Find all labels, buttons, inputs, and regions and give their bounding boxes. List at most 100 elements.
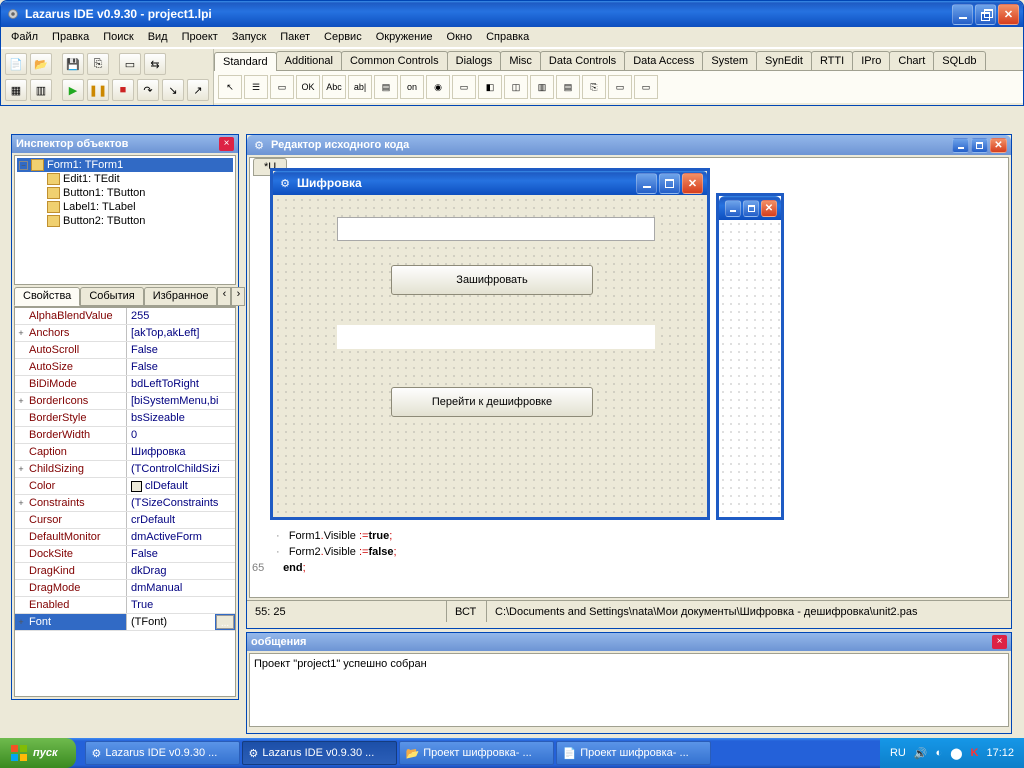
component-1[interactable]: ☰	[244, 75, 268, 99]
task-item[interactable]: ⚙Lazarus IDE v0.9.30 ...	[242, 741, 397, 765]
prop-row[interactable]: DefaultMonitordmActiveForm	[15, 529, 235, 546]
prop-row[interactable]: AutoScrollFalse	[15, 342, 235, 359]
form1-max[interactable]	[659, 173, 680, 194]
tree-node[interactable]: Label1: TLabel	[45, 200, 233, 214]
forms-button[interactable]: ▥	[30, 79, 52, 101]
menu-Справка[interactable]: Справка	[480, 29, 535, 45]
new-form-button[interactable]: ▭	[119, 53, 141, 75]
palette-tab-Standard[interactable]: Standard	[214, 52, 277, 71]
prop-row[interactable]: BorderWidth0	[15, 427, 235, 444]
prop-row[interactable]: AutoSizeFalse	[15, 359, 235, 376]
palette-tab-System[interactable]: System	[702, 51, 757, 70]
messages-titlebar[interactable]: ообщения ×	[247, 633, 1011, 651]
prop-tab-Свойства[interactable]: Свойства	[14, 287, 80, 306]
menu-Окружение[interactable]: Окружение	[370, 29, 439, 45]
component-8[interactable]: ◉	[426, 75, 450, 99]
edit1[interactable]	[337, 217, 655, 241]
clock[interactable]: 17:12	[986, 747, 1014, 759]
component-4[interactable]: Abc	[322, 75, 346, 99]
palette-tabs[interactable]: StandardAdditionalCommon ControlsDialogs…	[214, 49, 1023, 71]
component-10[interactable]: ◧	[478, 75, 502, 99]
component-12[interactable]: ▥	[530, 75, 554, 99]
menu-bar[interactable]: ФайлПравкаПоискВидПроектЗапускПакетСерви…	[1, 27, 1023, 48]
menu-Файл[interactable]: Файл	[5, 29, 44, 45]
editor-titlebar[interactable]: ⚙ Редактор исходного кода	[247, 135, 1011, 155]
prop-row[interactable]: +Anchors[akTop,akLeft]	[15, 325, 235, 342]
start-button[interactable]: пуск	[0, 738, 76, 768]
tray-volume-icon[interactable]: 🔊	[914, 747, 928, 760]
close-button[interactable]	[998, 4, 1019, 25]
palette-tab-Chart[interactable]: Chart	[889, 51, 934, 70]
palette-tab-Data Access[interactable]: Data Access	[624, 51, 703, 70]
toggle-button[interactable]: ⇆	[144, 53, 166, 75]
property-grid[interactable]: AlphaBlendValue255+Anchors[akTop,akLeft]…	[14, 307, 236, 697]
button1[interactable]: Зашифровать	[391, 265, 593, 295]
prop-row[interactable]: CursorcrDefault	[15, 512, 235, 529]
f2-min[interactable]	[725, 200, 741, 217]
palette-tab-SQLdb[interactable]: SQLdb	[933, 51, 985, 70]
palette-tab-Dialogs[interactable]: Dialogs	[447, 51, 502, 70]
prop-tab-События[interactable]: События	[80, 287, 143, 306]
editor-min[interactable]	[952, 138, 969, 153]
prop-row[interactable]: ColorclDefault	[15, 478, 235, 495]
component-3[interactable]: OK	[296, 75, 320, 99]
task-item[interactable]: ⚙Lazarus IDE v0.9.30 ...	[85, 741, 240, 765]
messages-body[interactable]: Проект "project1" успешно собран	[249, 653, 1009, 727]
menu-Запуск[interactable]: Запуск	[226, 29, 272, 45]
prop-row[interactable]: BorderStylebsSizeable	[15, 410, 235, 427]
form1-designer[interactable]: ⚙ Шифровка Зашифровать Перейти к дешифро…	[270, 168, 710, 520]
component-5[interactable]: ab|	[348, 75, 372, 99]
menu-Правка[interactable]: Правка	[46, 29, 95, 45]
menu-Пакет[interactable]: Пакет	[274, 29, 316, 45]
palette-tab-RTTI[interactable]: RTTI	[811, 51, 853, 70]
label1[interactable]	[337, 325, 655, 349]
button2[interactable]: Перейти к дешифровке	[391, 387, 593, 417]
prop-row[interactable]: DragModedmManual	[15, 580, 235, 597]
inspector-close[interactable]: ×	[219, 137, 234, 151]
component-6[interactable]: ▤	[374, 75, 398, 99]
prop-row[interactable]: CaptionШифровка	[15, 444, 235, 461]
menu-Проект[interactable]: Проект	[176, 29, 224, 45]
object-tree[interactable]: −Form1: TForm1Edit1: TEditButton1: TButt…	[14, 155, 236, 285]
saveall-button[interactable]: ⎘	[87, 53, 109, 75]
tree-node[interactable]: −Form1: TForm1	[17, 158, 233, 172]
component-2[interactable]: ▭	[270, 75, 294, 99]
save-button[interactable]: 💾	[62, 53, 84, 75]
property-tabs[interactable]: СвойстваСобытияИзбранное‹›	[14, 287, 236, 307]
prop-row[interactable]: DragKinddkDrag	[15, 563, 235, 580]
component-11[interactable]: ◫	[504, 75, 528, 99]
tree-node[interactable]: Edit1: TEdit	[45, 172, 233, 186]
prop-row[interactable]: DockSiteFalse	[15, 546, 235, 563]
component-9[interactable]: ▭	[452, 75, 476, 99]
prop-tab-Избранное[interactable]: Избранное	[144, 287, 218, 306]
form1-titlebar[interactable]: ⚙ Шифровка	[273, 171, 707, 195]
menu-Поиск[interactable]: Поиск	[97, 29, 139, 45]
open-button[interactable]: 📂	[30, 53, 52, 75]
new-button[interactable]: 📄	[5, 53, 27, 75]
restore-button[interactable]	[975, 4, 996, 25]
code-area[interactable]: · Form1.Visible :=true;· Form2.Visible :…	[280, 528, 397, 576]
form2-designer[interactable]	[716, 193, 784, 520]
palette-tab-Common Controls[interactable]: Common Controls	[341, 51, 448, 70]
component-15[interactable]: ▭	[608, 75, 632, 99]
prop-row[interactable]: EnabledTrue	[15, 597, 235, 614]
f2-close[interactable]	[761, 200, 777, 217]
stop-button[interactable]: ■	[112, 79, 134, 101]
tree-node[interactable]: Button1: TButton	[45, 186, 233, 200]
messages-close[interactable]: ×	[992, 635, 1007, 649]
inspector-titlebar[interactable]: Инспектор объектов ×	[12, 135, 238, 153]
run-button[interactable]: ▶	[62, 79, 84, 101]
tree-node[interactable]: Button2: TButton	[45, 214, 233, 228]
tray-av-icon[interactable]: K	[971, 747, 979, 759]
task-item[interactable]: 📂Проект шифровка- ...	[399, 741, 554, 765]
prop-row[interactable]: +Constraints(TSizeConstraints	[15, 495, 235, 512]
prop-row[interactable]: BiDiModebdLeftToRight	[15, 376, 235, 393]
prop-row[interactable]: +Font(TFont)...	[15, 614, 235, 631]
menu-Вид[interactable]: Вид	[142, 29, 174, 45]
tray-icon-2[interactable]: ⬤	[950, 747, 962, 760]
editor-close[interactable]	[990, 138, 1007, 153]
lang-indicator[interactable]: RU	[890, 747, 906, 759]
stepover-button[interactable]: ↷	[137, 79, 159, 101]
tray-icon[interactable]: ◐	[936, 747, 943, 759]
form1-min[interactable]	[636, 173, 657, 194]
